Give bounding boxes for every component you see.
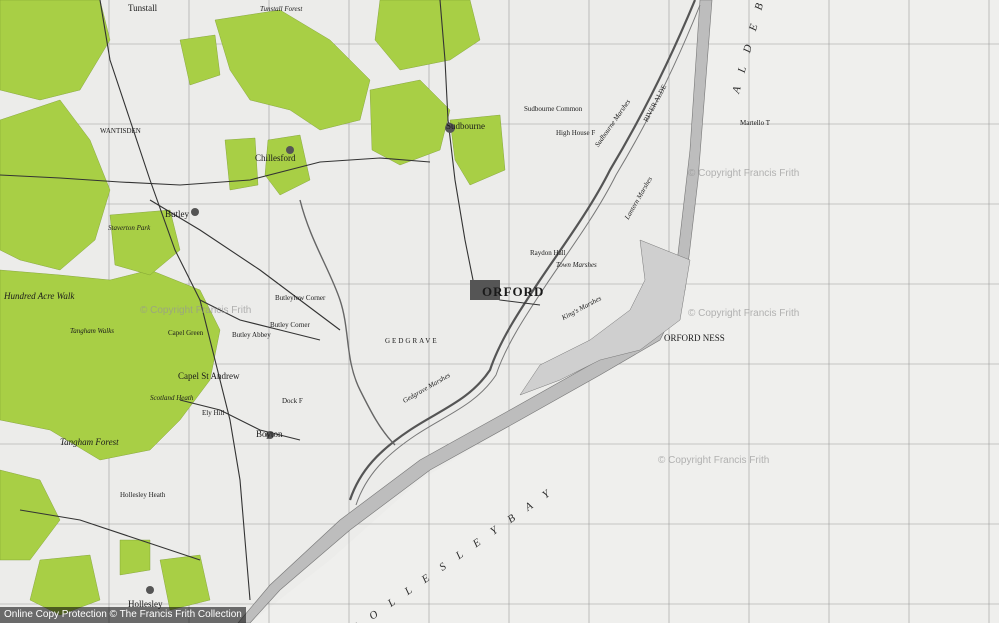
label-boyton: Boyton — [256, 429, 283, 439]
watermark-2: © Copyright Francis Frith — [688, 308, 800, 319]
label-raydon-hall: Raydon Hall — [530, 249, 566, 257]
label-wantisden: WANTISDEN — [100, 127, 141, 135]
label-sudbourne: Sudbourne — [446, 121, 485, 131]
label-town-marshes: Town Marshes — [556, 261, 597, 269]
hollesley-village — [146, 586, 154, 594]
label-scotland-heath: Scotland Heath — [150, 394, 194, 402]
label-staverton-park: Staverton Park — [108, 224, 151, 232]
map-canvas[interactable]: { "labels": { "tunstall": "Tunstall", "t… — [0, 0, 999, 623]
label-capel-green: Capel Green — [168, 329, 204, 337]
label-eyke-hill: Ely Hill — [202, 409, 225, 417]
butley-village — [191, 208, 199, 216]
label-high-house: High House F — [556, 129, 596, 137]
label-tunstall-forest: Tunstall Forest — [260, 5, 303, 13]
label-martello: Martello T — [740, 119, 771, 127]
label-capel-st-andrew: Capel St Andrew — [178, 371, 240, 381]
label-chillesford: Chillesford — [255, 153, 296, 163]
label-tangham-walks: Tangham Walks — [70, 327, 115, 335]
label-butleylow-corner: Butleylow Corner — [275, 294, 326, 302]
label-orford-ness: ORFORD NESS — [664, 333, 725, 343]
label-butley-corner: Butley Corner — [270, 321, 310, 329]
butley-river — [299, 199, 396, 446]
label-hollesley-heath: Hollesley Heath — [120, 491, 166, 499]
label-tunstall: Tunstall — [128, 3, 158, 13]
label-hundred-acre-walk: Hundred Acre Walk — [4, 291, 75, 301]
label-orford: ORFORD — [482, 284, 545, 299]
copyright-notice: Online Copy Protection © The Francis Fri… — [0, 607, 246, 623]
label-butley: Butley — [165, 209, 189, 219]
watermark-4: © Copyright Francis Frith — [140, 305, 252, 316]
label-tangham-forest: Tangham Forest — [60, 437, 119, 447]
label-sudbourne-common: Sudbourne Common — [524, 105, 583, 113]
label-dock-farm: Dock F — [282, 397, 303, 405]
label-butley-abbey: Butley Abbey — [232, 331, 271, 339]
watermark-1: © Copyright Francis Frith — [688, 168, 800, 179]
label-gedgrave: GEDGRAVE — [385, 337, 439, 345]
watermark-3: © Copyright Francis Frith — [658, 455, 770, 466]
